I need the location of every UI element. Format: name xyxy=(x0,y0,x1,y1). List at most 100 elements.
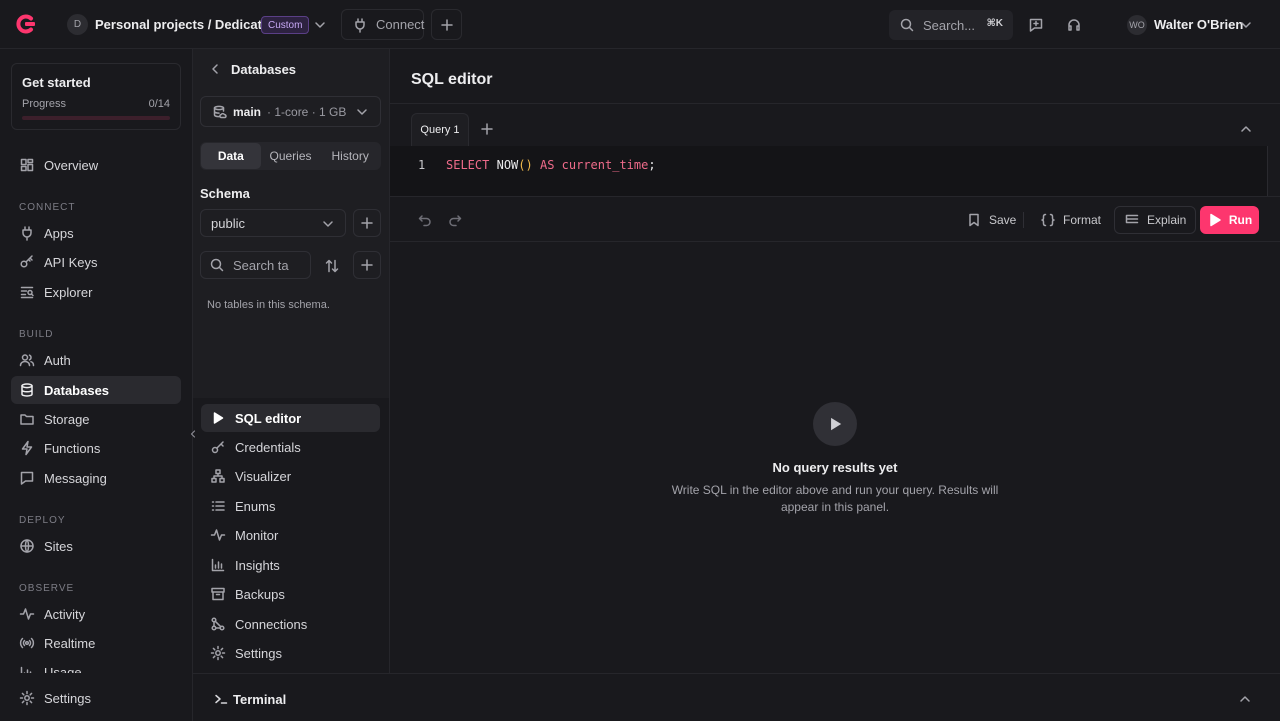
chevron-down-icon[interactable] xyxy=(1238,17,1254,33)
editor-toolbar: Save Format Explain Run xyxy=(390,196,1280,242)
table-search-placeholder: Search ta xyxy=(233,257,289,273)
tool-label: Insights xyxy=(235,557,280,573)
explain-button[interactable]: Explain xyxy=(1114,206,1197,234)
tool-insights[interactable]: Insights xyxy=(201,551,380,579)
terminal-icon xyxy=(213,691,229,707)
chevron-down-icon xyxy=(320,216,336,232)
code-parens: () xyxy=(518,158,533,172)
sidebar-item-sites[interactable]: Sites xyxy=(11,532,181,560)
chevron-left-icon[interactable] xyxy=(207,61,223,77)
sidebar-item-api-keys[interactable]: API Keys xyxy=(11,248,181,276)
plan-badge: Custom xyxy=(261,16,310,34)
sidebar-item-explorer[interactable]: Explorer xyxy=(11,278,181,306)
chevron-down-icon[interactable] xyxy=(312,17,328,33)
user-avatar[interactable]: WO xyxy=(1127,15,1147,35)
key-icon xyxy=(210,439,226,455)
database-panel: Databases main · 1-core · 1 GB Data Quer… xyxy=(193,49,390,673)
sidebar-item-usage[interactable]: Usage xyxy=(11,659,181,673)
add-query-tab-icon[interactable] xyxy=(479,121,495,137)
sidebar-item-settings[interactable]: Settings xyxy=(11,684,181,712)
appwrite-logo-icon[interactable] xyxy=(15,13,37,35)
search-icon xyxy=(899,17,915,33)
sort-icon[interactable] xyxy=(324,258,340,274)
save-button[interactable]: Save xyxy=(957,206,1025,234)
sidebar-item-overview[interactable]: Overview xyxy=(11,151,181,179)
tab-query-1[interactable]: Query 1 xyxy=(411,113,469,146)
sidebar-item-apps[interactable]: Apps xyxy=(11,219,181,247)
connect-button[interactable]: Connect xyxy=(341,9,424,40)
chevron-up-icon[interactable] xyxy=(1237,691,1253,707)
sidebar-item-realtime[interactable]: Realtime xyxy=(11,629,181,657)
run-button[interactable]: Run xyxy=(1200,206,1259,234)
gear-icon xyxy=(210,645,226,661)
bar-chart-icon xyxy=(210,557,226,573)
key-icon xyxy=(19,254,35,270)
org-avatar[interactable]: D xyxy=(67,14,88,35)
plug-icon xyxy=(19,225,35,241)
feedback-icon[interactable] xyxy=(1028,17,1044,33)
nav-section-observe: OBSERVE xyxy=(19,583,75,594)
chevron-up-icon[interactable] xyxy=(1238,121,1254,137)
sidebar-item-auth[interactable]: Auth xyxy=(11,346,181,374)
list-tree-icon xyxy=(1124,212,1140,228)
tool-monitor[interactable]: Monitor xyxy=(201,521,380,549)
sidebar-item-databases[interactable]: Databases xyxy=(11,376,181,404)
org-project-breadcrumb[interactable]: Personal projects / Dedicated xyxy=(95,17,277,32)
sidebar-item-messaging[interactable]: Messaging xyxy=(11,464,181,492)
plug-icon xyxy=(352,17,368,33)
database-name: main xyxy=(233,104,262,119)
headset-support-icon[interactable] xyxy=(1066,17,1082,33)
chevron-down-icon xyxy=(354,104,370,120)
sidebar-item-label: Apps xyxy=(44,225,74,241)
empty-state-description: Write SQL in the editor above and run yo… xyxy=(671,483,999,514)
braces-icon xyxy=(1040,212,1056,228)
search-shortcut: ⌘K xyxy=(986,18,1004,29)
activity-icon xyxy=(19,606,35,622)
tool-backups[interactable]: Backups xyxy=(201,580,380,608)
plus-icon xyxy=(439,17,455,33)
editor-scrollbar[interactable] xyxy=(1267,146,1280,196)
code-keyword: AS xyxy=(539,158,555,172)
format-label: Format xyxy=(1063,213,1102,227)
code-line[interactable]: SELECT NOW() AS current_time; xyxy=(446,158,656,172)
tab-data[interactable]: Data xyxy=(201,143,261,169)
databases-title[interactable]: Databases xyxy=(231,62,296,77)
progress-label: Progress xyxy=(22,98,67,110)
user-name[interactable]: Walter O'Brien xyxy=(1154,17,1243,32)
dashboard-icon xyxy=(19,157,35,173)
nav-section-deploy: DEPLOY xyxy=(19,515,66,526)
code-terminator: ; xyxy=(648,158,656,172)
sidebar-item-label: Auth xyxy=(44,352,71,368)
redo-icon[interactable] xyxy=(447,212,463,228)
sidebar-item-functions[interactable]: Functions xyxy=(11,434,181,462)
undo-icon[interactable] xyxy=(417,212,433,228)
tool-enums[interactable]: Enums xyxy=(201,492,380,520)
tool-sql-editor[interactable]: SQL editor xyxy=(201,404,380,432)
add-schema-button[interactable] xyxy=(353,209,381,237)
tool-visualizer[interactable]: Visualizer xyxy=(201,462,380,490)
sidebar-item-activity[interactable]: Activity xyxy=(11,600,181,628)
add-table-button[interactable] xyxy=(353,251,381,279)
terminal-bar[interactable]: Terminal xyxy=(193,673,1280,721)
add-button[interactable] xyxy=(431,9,462,40)
get-started-card[interactable]: Get started Progress 0/14 xyxy=(11,63,181,130)
tab-history[interactable]: History xyxy=(320,143,380,169)
format-button[interactable]: Format xyxy=(1031,206,1110,234)
nav-section-connect: CONNECT xyxy=(19,202,76,213)
connections-icon xyxy=(210,616,226,632)
table-search-input[interactable]: Search ta xyxy=(200,251,311,279)
tool-credentials[interactable]: Credentials xyxy=(201,433,380,461)
sidebar-item-storage[interactable]: Storage xyxy=(11,405,181,433)
search-icon xyxy=(209,257,225,273)
global-search-input[interactable]: Search... ⌘K xyxy=(889,10,1013,40)
tool-settings[interactable]: Settings xyxy=(201,639,380,667)
play-icon xyxy=(210,410,226,426)
schema-select[interactable]: public xyxy=(200,209,346,237)
code-editor[interactable]: 1 SELECT NOW() AS current_time; xyxy=(390,146,1268,196)
tab-queries[interactable]: Queries xyxy=(261,143,321,169)
tool-label: SQL editor xyxy=(235,410,302,426)
line-number: 1 xyxy=(418,158,426,172)
tool-label: Connections xyxy=(235,616,308,632)
tool-connections[interactable]: Connections xyxy=(201,610,380,638)
database-selector[interactable]: main · 1-core · 1 GB xyxy=(200,96,381,127)
